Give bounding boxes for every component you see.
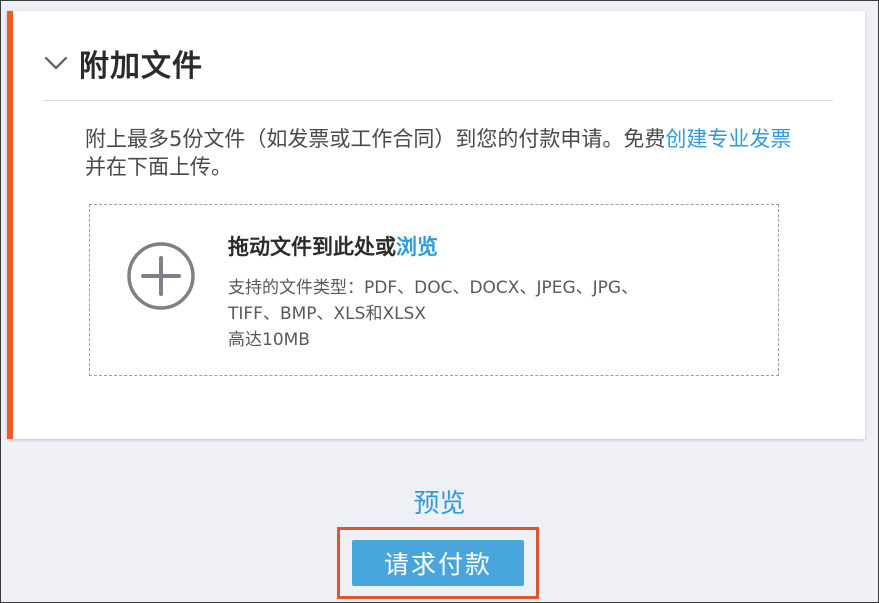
section-title: 附加文件 (79, 49, 203, 84)
supported-types-line1: 支持的文件类型：PDF、DOC、DOCX、JPEG、JPG、 (228, 278, 639, 298)
divider (43, 100, 833, 101)
dropzone-main-text: 拖动文件到此处或浏览 (228, 231, 748, 261)
dropzone-instruction: 拖动文件到此处或 (228, 235, 396, 259)
description-text: 附上最多5份文件（如发票或工作合同）到您的付款申请。免费 (85, 127, 666, 151)
attachments-description: 附上最多5份文件（如发票或工作合同）到您的付款申请。免费创建专业发票并在下面上传… (85, 125, 805, 181)
create-invoice-link[interactable]: 创建专业发票 (665, 127, 791, 151)
chevron-down-icon (43, 50, 69, 76)
attachments-card: 附加文件 附上最多5份文件（如发票或工作合同）到您的付款申请。免费创建专业发票并… (7, 11, 865, 439)
dropzone-text: 拖动文件到此处或浏览 支持的文件类型：PDF、DOC、DOCX、JPEG、JPG… (228, 231, 748, 353)
app-frame: 附加文件 附上最多5份文件（如发票或工作合同）到您的付款申请。免费创建专业发票并… (0, 0, 879, 603)
browse-link[interactable]: 浏览 (396, 235, 438, 259)
submit-highlight-box: 请求付款 (337, 527, 539, 599)
request-payment-button[interactable]: 请求付款 (352, 540, 524, 586)
plus-circle-icon[interactable] (126, 241, 196, 311)
preview-link[interactable]: 预览 (1, 483, 878, 520)
preview-label[interactable]: 预览 (413, 489, 465, 519)
description-text-end: 并在下面上传。 (85, 155, 232, 179)
attachments-section-toggle[interactable]: 附加文件 (43, 41, 203, 85)
supported-types-line2: TIFF、BMP、XLS和XLSX (228, 304, 426, 324)
accent-bar (7, 11, 13, 439)
file-dropzone[interactable]: 拖动文件到此处或浏览 支持的文件类型：PDF、DOC、DOCX、JPEG、JPG… (89, 204, 779, 376)
size-limit: 高达10MB (228, 330, 310, 350)
